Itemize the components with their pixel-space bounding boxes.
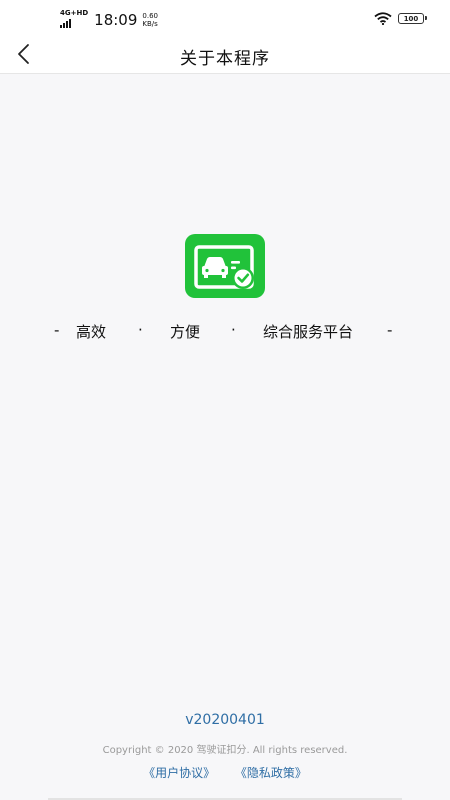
status-time: 18:09 xyxy=(94,11,138,29)
wifi-icon xyxy=(374,12,392,25)
status-bar: 4G+HD 18:09 0.60 KB/s 100 xyxy=(0,0,450,36)
slogan-item-service-platform: 综合服务平台 xyxy=(263,323,354,341)
copyright-text: Copyright © 2020 驾驶证扣分. All rights reser… xyxy=(102,745,348,756)
battery-level: 100 xyxy=(403,14,419,23)
slogan-item-efficient: 高效 xyxy=(76,323,107,341)
navigation-bar: 关于本程序 xyxy=(0,36,450,74)
signal-icon xyxy=(60,18,72,28)
battery-icon: 100 xyxy=(398,13,427,24)
license-card-check-icon xyxy=(194,245,254,289)
network-indicator: 4G+HD xyxy=(60,10,88,28)
legal-links: 《用户协议》 《隐私政策》 xyxy=(0,764,450,781)
user-agreement-link[interactable]: 《用户协议》 xyxy=(143,766,215,780)
slogan-dash-right: - xyxy=(387,321,393,339)
privacy-policy-link[interactable]: 《隐私政策》 xyxy=(235,766,307,780)
status-right: 100 xyxy=(374,12,427,25)
slogan-item-convenient: 方便 xyxy=(170,323,201,341)
network-type-label: 4G+HD xyxy=(60,9,89,17)
app-version: v20200401 xyxy=(185,712,265,728)
page-title: 关于本程序 xyxy=(180,49,270,69)
slogan: - 高效 · 方便 · 综合服务平台 - xyxy=(0,321,450,343)
network-speed: 0.60 KB/s xyxy=(142,12,158,28)
slogan-dot-1: · xyxy=(138,321,143,339)
slogan-dot-2: · xyxy=(231,321,236,339)
network-speed-value: 0.60 xyxy=(142,12,158,20)
network-speed-unit: KB/s xyxy=(142,20,158,28)
app-logo-icon xyxy=(185,234,265,298)
status-left: 4G+HD 18:09 0.60 KB/s xyxy=(60,10,158,30)
slogan-dash-left: - xyxy=(54,321,60,339)
